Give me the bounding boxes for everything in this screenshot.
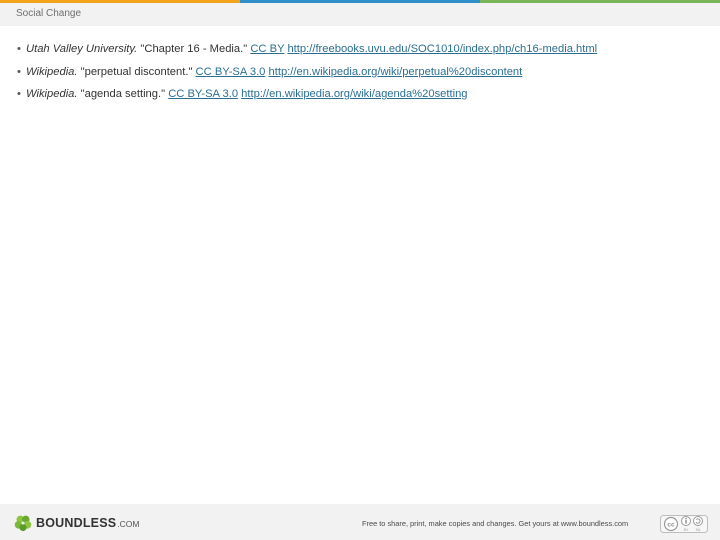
reference-item: • Utah Valley University. "Chapter 16 - M… xyxy=(17,42,707,56)
svg-text:SA: SA xyxy=(696,528,701,532)
bullet: • xyxy=(17,43,21,55)
reference-url-link[interactable]: http://freebooks.uvu.edu/SOC1010/index.p… xyxy=(287,43,597,55)
creative-commons-icon: cc BY SA xyxy=(660,515,708,533)
license-link[interactable]: CC BY-SA 3.0 xyxy=(196,66,266,78)
reference-title: "Chapter 16 - Media." xyxy=(140,43,248,55)
svg-text:cc: cc xyxy=(667,522,675,529)
reference-item: • Wikipedia. "agenda setting." CC BY-SA 3… xyxy=(17,87,707,101)
license-link[interactable]: CC BY-SA 3.0 xyxy=(168,88,238,100)
reference-source: Utah Valley University. xyxy=(26,43,138,55)
reference-list: • Utah Valley University. "Chapter 16 - M… xyxy=(17,42,707,110)
reference-url-link[interactable]: http://en.wikipedia.org/wiki/agenda%20se… xyxy=(241,88,467,100)
footer-note: Free to share, print, make copies and ch… xyxy=(362,519,629,528)
reference-source: Wikipedia. xyxy=(26,88,78,100)
slide-footer: BOUNDLESS .COM Free to share, print, make… xyxy=(0,504,720,540)
reference-url-link[interactable]: http://en.wikipedia.org/wiki/perpetual%2… xyxy=(269,66,523,78)
reference-title: "agenda setting." xyxy=(80,88,166,100)
boundless-logo[interactable]: BOUNDLESS .COM xyxy=(14,513,139,533)
svg-text:BY: BY xyxy=(684,528,689,532)
logo-suffix: .COM xyxy=(117,519,140,529)
reference-item: • Wikipedia. "perpetual discontent." CC B… xyxy=(17,65,707,79)
license-link[interactable]: CC BY xyxy=(250,43,284,55)
slide-header: Social Change xyxy=(0,3,720,26)
reference-title: "perpetual discontent." xyxy=(80,65,193,78)
bullet: • xyxy=(17,65,21,78)
reference-source: Wikipedia. xyxy=(26,65,78,78)
logo-text: BOUNDLESS xyxy=(36,516,117,530)
bullet: • xyxy=(17,88,21,100)
slide-title: Social Change xyxy=(16,8,82,19)
boundless-leaf-icon xyxy=(14,515,32,532)
